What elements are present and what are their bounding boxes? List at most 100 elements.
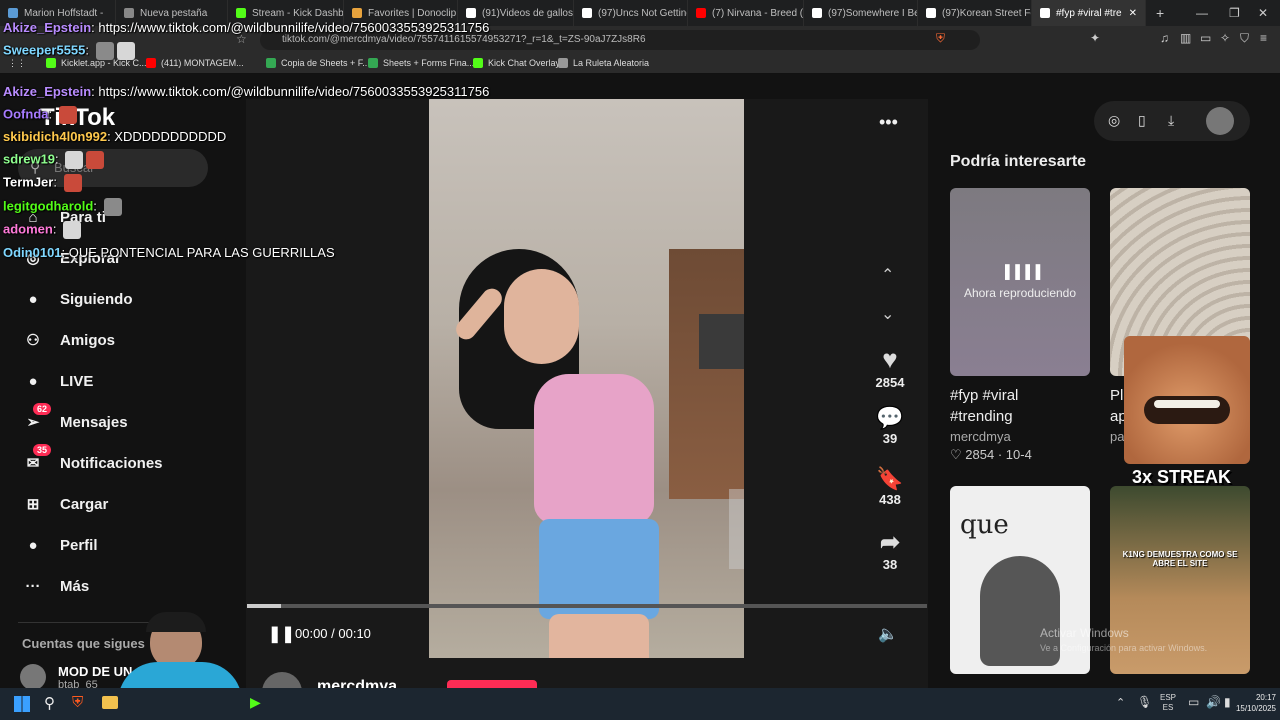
tab-label: Stream - Kick Dashbo xyxy=(252,7,344,19)
card-author[interactable]: mercdmya xyxy=(950,429,1011,444)
tab-label: (97)Uncs Not Getting xyxy=(598,7,688,19)
nav-item[interactable]: ➢ 62 Mensajes xyxy=(18,403,128,437)
profile-icon: ● xyxy=(28,536,38,554)
avatar xyxy=(20,664,46,690)
bookmark-item[interactable]: Kick Chat Overlay xyxy=(473,58,560,68)
new-tab-button[interactable]: + xyxy=(1156,5,1164,21)
save-button[interactable]: 🔖 438 xyxy=(870,466,910,507)
tab-icon xyxy=(8,8,18,18)
browser-tab[interactable]: (7) Nirvana - Breed (Li xyxy=(688,0,804,26)
activate-windows-title: Activar Windows xyxy=(1040,626,1129,640)
search-icon[interactable]: ⚲ xyxy=(44,694,55,712)
like-button[interactable]: ♥ 2854 xyxy=(870,344,910,390)
tab-label: Favorites | Donoclip xyxy=(368,7,457,19)
network-icon[interactable]: ▭ xyxy=(1188,695,1199,709)
language-code: ESP xyxy=(1160,693,1177,702)
nav-item[interactable]: ● Perfil xyxy=(18,530,97,560)
chat-message: Akize_Epstein: https://www.tiktok.com/@w… xyxy=(3,84,490,99)
video-subject xyxy=(449,249,679,658)
dot-separator: · xyxy=(997,447,1003,462)
file-explorer-icon[interactable] xyxy=(102,696,118,709)
tab-label: Nueva pestaña xyxy=(140,7,208,19)
video-player[interactable] xyxy=(429,99,744,658)
card-like-count: 2854 xyxy=(965,447,995,462)
streak-emote-image xyxy=(1124,336,1250,464)
previous-video-icon[interactable]: ⌃ xyxy=(881,265,894,285)
chat-emote-icon xyxy=(95,42,114,60)
app-icon[interactable]: ▶ xyxy=(250,694,261,711)
nav-item[interactable]: ✉ 35 Notificaciones xyxy=(18,444,163,478)
brave-taskbar-icon[interactable]: ⛨ xyxy=(72,694,83,711)
nav-item[interactable]: ● LIVE xyxy=(18,366,93,396)
browser-tab[interactable]: #fyp #viral #tre ✕ xyxy=(1032,0,1146,26)
bookmark-item[interactable]: Sheets + Forms Fina... xyxy=(368,58,474,68)
nav-item[interactable]: ··· Más xyxy=(18,571,90,601)
minimize-icon[interactable]: — xyxy=(1196,6,1208,20)
vpn-icon[interactable]: ⛉ xyxy=(1240,31,1249,46)
video-card[interactable]: ▌▌▌▌ Ahora reproduciendo xyxy=(950,188,1090,376)
nav-item[interactable]: ⚇ Amigos xyxy=(18,325,115,355)
chat-message: skibidich4l0n992: XDDDDDDDDDDD xyxy=(3,129,227,144)
nav-label: Amigos xyxy=(60,331,116,349)
device-icon[interactable]: ▯ xyxy=(1138,112,1146,129)
tray-chevron-icon[interactable]: ⌃ xyxy=(1116,696,1125,709)
next-video-icon[interactable]: ⌄ xyxy=(881,304,894,324)
chat-emote-icon xyxy=(86,151,105,169)
coin-icon[interactable]: ◎ xyxy=(1108,112,1120,129)
comment-button[interactable]: 💬 39 xyxy=(870,405,910,446)
close-window-icon[interactable]: ✕ xyxy=(1258,6,1268,20)
bookmark-item[interactable]: (411) MONTAGEM... xyxy=(146,58,244,68)
chat-username: adomen xyxy=(3,221,53,237)
chat-message: adomen: xyxy=(3,221,82,239)
more-options-icon[interactable]: ••• xyxy=(879,112,898,133)
nav-label: LIVE xyxy=(60,372,94,390)
pause-icon[interactable]: ❚❚ xyxy=(268,624,295,644)
browser-tab[interactable]: (97)Somewhere I Belo xyxy=(804,0,918,26)
menu-icon[interactable]: ≡ xyxy=(1260,31,1267,45)
nav-item[interactable]: ● Siguiendo xyxy=(18,284,132,314)
chat-username: legitgodharold xyxy=(3,198,94,214)
tiktok-icon xyxy=(812,8,822,18)
chat-emote-icon xyxy=(63,174,82,192)
card-title[interactable]: #fyp #viral #trending xyxy=(950,385,1060,427)
clock[interactable]: 20:17 15/10/2025 xyxy=(1226,692,1276,714)
bookmark-item[interactable]: La Ruleta Aleatoria xyxy=(558,58,649,68)
video-progress-bar[interactable] xyxy=(247,604,927,608)
chat-username: Oofnda xyxy=(3,106,49,122)
sidebar-toggle-icon[interactable]: ▥ xyxy=(1180,31,1191,45)
language-indicator[interactable]: ESP ES xyxy=(1160,693,1176,713)
nav-label: Notificaciones xyxy=(60,454,163,472)
nav-item[interactable]: ⊞ Cargar xyxy=(18,489,109,519)
extensions-icon[interactable]: ✦ xyxy=(1090,31,1100,45)
media-icon[interactable]: ♫ xyxy=(1160,31,1169,45)
chat-text: QUE PONTENCIAL PARA LAS GUERRILLAS xyxy=(68,245,335,260)
download-icon[interactable]: ⤓ xyxy=(1168,112,1174,129)
windows-start-icon[interactable] xyxy=(14,696,30,712)
volume-icon[interactable]: 🔈 xyxy=(878,624,898,644)
profile-avatar[interactable] xyxy=(1206,107,1234,135)
bookmark-icon xyxy=(558,58,568,68)
video-progress-fill xyxy=(247,604,281,608)
bookmark-item[interactable]: Copia de Sheets + F... xyxy=(266,58,370,68)
mic-icon[interactable]: 🎙 xyxy=(1137,695,1152,709)
browser-tab[interactable]: (97)Uncs Not Getting xyxy=(574,0,688,26)
volume-tray-icon[interactable]: 🔊 xyxy=(1206,695,1221,709)
streamer-webcam xyxy=(110,612,250,688)
share-button[interactable]: ➦ 38 xyxy=(870,528,910,572)
leo-ai-icon[interactable]: ✧ xyxy=(1220,31,1230,45)
chat-message: Akize_Epstein: https://www.tiktok.com/@w… xyxy=(3,20,490,35)
card-author[interactable]: pa xyxy=(1110,429,1124,444)
wallet-icon[interactable]: ▭ xyxy=(1200,31,1211,45)
browser-tab[interactable]: (97)Korean Street Foo xyxy=(918,0,1032,26)
brave-shield-icon[interactable]: ⛨ xyxy=(936,31,945,46)
close-tab-icon[interactable]: ✕ xyxy=(1129,8,1137,19)
bookmark-label: La Ruleta Aleatoria xyxy=(573,58,650,68)
tab-label: (97)Korean Street Foo xyxy=(942,7,1032,19)
card-thumbnail-text: K1NG DEMUESTRA COMO SE ABRE EL SITE xyxy=(1122,550,1238,568)
chat-message: legitgodharold: xyxy=(3,198,122,216)
tiktok-icon xyxy=(466,8,476,18)
chat-text: https://www.tiktok.com/@wildbunnilife/vi… xyxy=(98,20,490,35)
maximize-icon[interactable]: ❐ xyxy=(1229,6,1240,20)
tiktok-icon xyxy=(926,8,936,18)
kick-icon xyxy=(236,8,246,18)
